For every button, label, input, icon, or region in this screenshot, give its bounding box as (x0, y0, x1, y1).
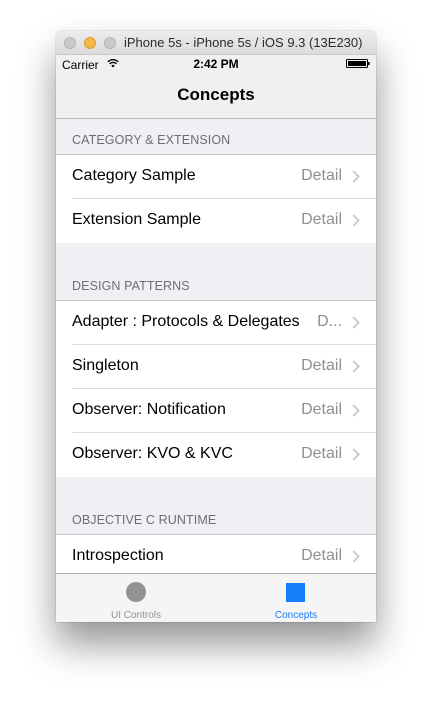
chevron-right-icon (352, 448, 360, 461)
status-time: 2:42 PM (193, 57, 239, 71)
table-row-observer-notification[interactable]: Observer: Notification Detail (56, 389, 376, 433)
row-detail: D... (317, 313, 342, 330)
table-row-adapter[interactable]: Adapter : Protocols & Delegates D... (56, 301, 376, 345)
row-title: Category Sample (72, 167, 196, 184)
row-title: Introspection (72, 547, 164, 564)
row-detail: Detail (301, 167, 342, 184)
minimize-window-button[interactable] (84, 37, 96, 49)
row-detail: Detail (301, 547, 342, 564)
row-title: Extension Sample (72, 211, 201, 228)
table-section: Adapter : Protocols & Delegates D... Sin… (56, 301, 376, 477)
table-row-introspection[interactable]: Introspection Detail (56, 535, 376, 573)
chevron-right-icon (352, 170, 360, 183)
row-title: Observer: Notification (72, 401, 226, 418)
window-title: iPhone 5s - iPhone 5s / iOS 9.3 (13E230) (124, 35, 363, 50)
chevron-right-icon (352, 214, 360, 227)
square-icon (286, 583, 305, 602)
row-detail: Detail (301, 211, 342, 228)
row-detail: Detail (301, 401, 342, 418)
battery-icon (346, 59, 370, 68)
row-title: Observer: KVO & KVC (72, 445, 233, 462)
simulator-window: iPhone 5s - iPhone 5s / iOS 9.3 (13E230)… (56, 31, 376, 622)
chevron-right-icon (352, 360, 360, 373)
section-header: CATEGORY & EXTENSION (56, 119, 376, 155)
table-section: Introspection Detail (56, 535, 376, 573)
table-row-category-sample[interactable]: Category Sample Detail (56, 155, 376, 199)
zoom-window-button[interactable] (104, 37, 116, 49)
circle-icon (126, 582, 146, 602)
row-title: Adapter : Protocols & Delegates (72, 313, 300, 330)
page-title: Concepts (177, 85, 255, 104)
table-section: Category Sample Detail Extension Sample … (56, 155, 376, 243)
table-row-singleton[interactable]: Singleton Detail (56, 345, 376, 389)
section-header: OBJECTIVE C RUNTIME (56, 499, 376, 535)
row-title: Singleton (72, 357, 139, 374)
table-row-extension-sample[interactable]: Extension Sample Detail (56, 199, 376, 243)
concepts-table[interactable]: CATEGORY & EXTENSION Category Sample Det… (56, 119, 376, 573)
row-detail: Detail (301, 357, 342, 374)
tab-label: Concepts (274, 610, 318, 621)
section-header: DESIGN PATTERNS (56, 265, 376, 301)
row-detail: Detail (301, 445, 342, 462)
table-row-observer-kvo[interactable]: Observer: KVO & KVC Detail (56, 433, 376, 477)
close-window-button[interactable] (64, 37, 76, 49)
tab-concepts[interactable]: Concepts (216, 574, 376, 622)
tab-ui-controls[interactable]: UI Controls (56, 574, 216, 622)
navigation-bar: Carrier 2:42 PM Concepts (56, 55, 376, 119)
chevron-right-icon (352, 316, 360, 329)
chevron-right-icon (352, 404, 360, 417)
window-titlebar[interactable]: iPhone 5s - iPhone 5s / iOS 9.3 (13E230) (56, 31, 376, 55)
chevron-right-icon (352, 550, 360, 563)
tab-bar: UI Controls Concepts (56, 573, 376, 622)
tab-label: UI Controls (110, 610, 161, 621)
